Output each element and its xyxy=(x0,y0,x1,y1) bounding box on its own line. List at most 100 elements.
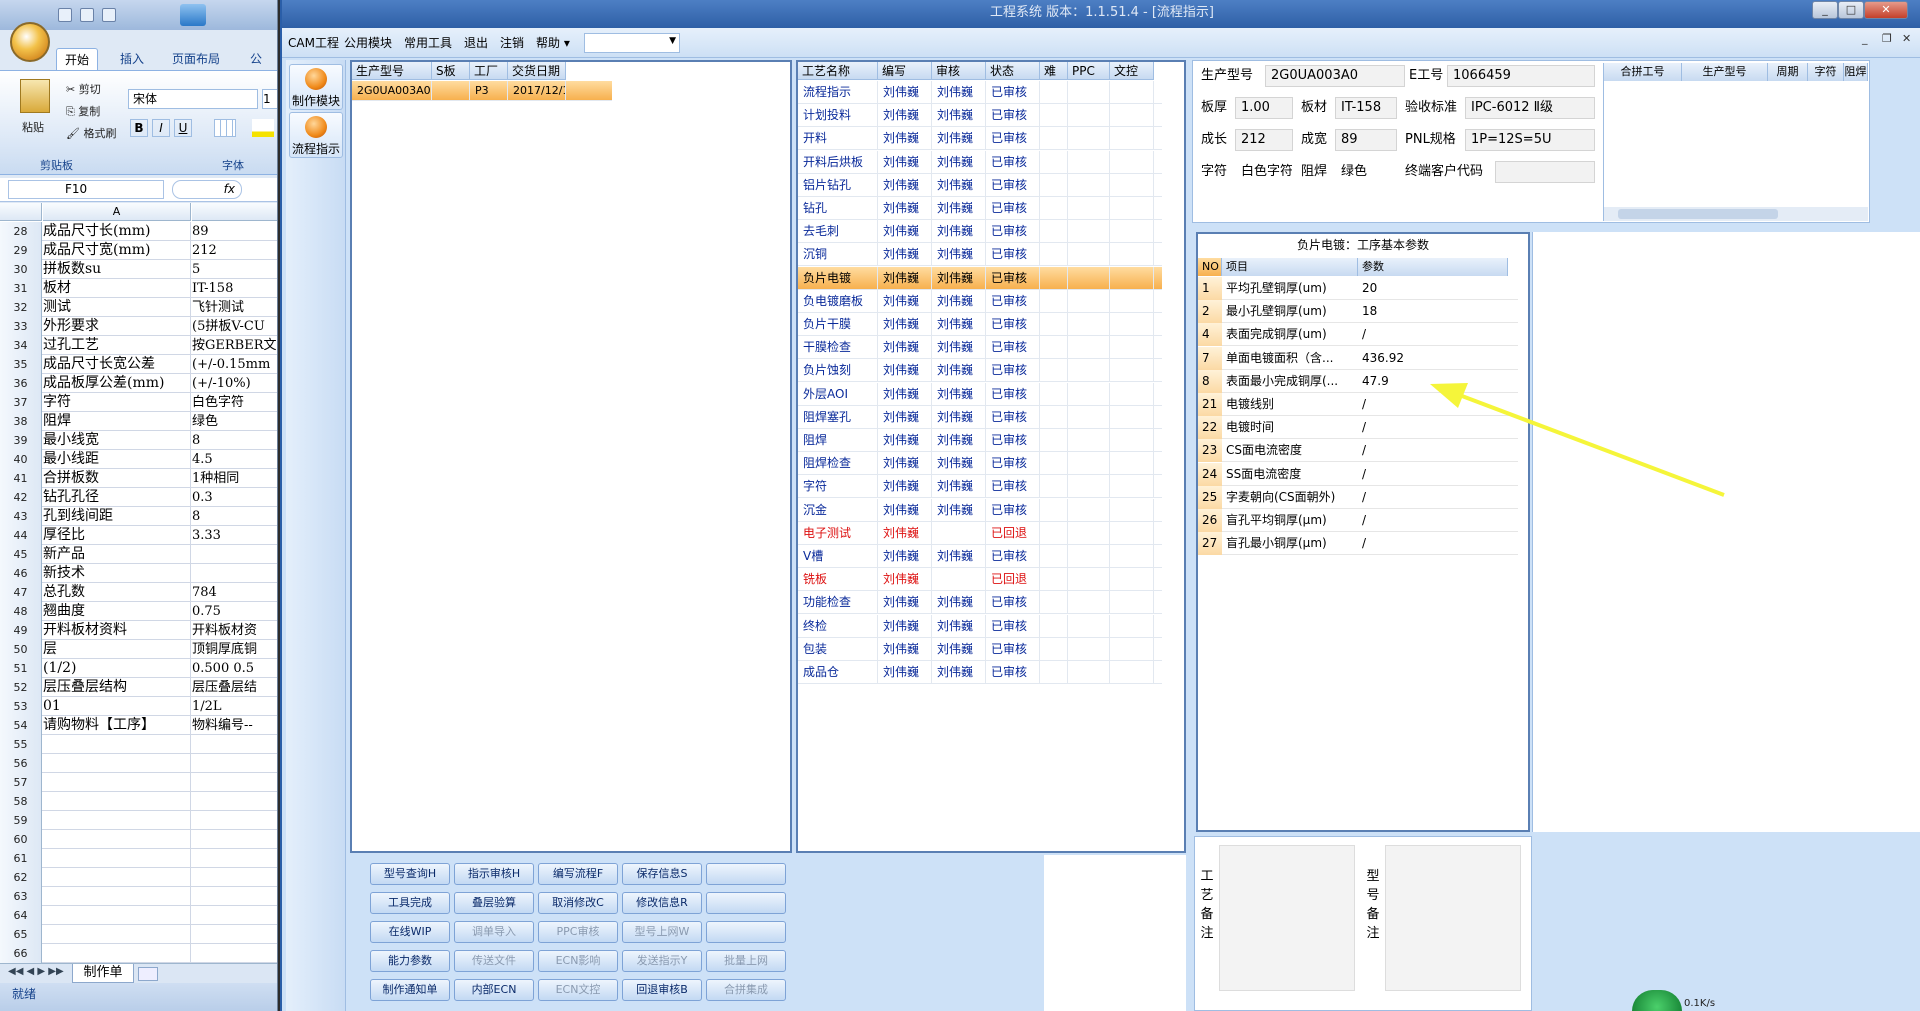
order-col-header[interactable]: S板 xyxy=(432,62,470,80)
process-row[interactable]: 负电镀磨板 刘伟巍 刘伟巍 已审核 xyxy=(798,289,1162,313)
restore-button[interactable]: □ xyxy=(1838,1,1864,19)
cell-b[interactable]: 0.3 xyxy=(192,488,277,507)
process-row[interactable]: 沉铜 刘伟巍 刘伟巍 已审核 xyxy=(798,243,1162,267)
cell-b[interactable]: IT-158 xyxy=(192,279,277,298)
cell-b[interactable]: 5 xyxy=(192,260,277,279)
process-row[interactable]: 计划投料 刘伟巍 刘伟巍 已审核 xyxy=(798,104,1162,128)
cell-b[interactable] xyxy=(192,545,277,564)
row-number[interactable]: 58 xyxy=(0,792,42,811)
cell-a[interactable]: 开料板材资料 xyxy=(43,621,191,640)
cell-b[interactable] xyxy=(192,754,277,773)
select-all-corner[interactable] xyxy=(0,203,42,221)
param-row[interactable]: 24 SS面电流密度 / xyxy=(1198,462,1518,486)
cell-b[interactable]: 89 xyxy=(192,222,277,241)
fill-color-icon[interactable] xyxy=(252,119,274,137)
process-row[interactable]: 开料 刘伟巍 刘伟巍 已审核 xyxy=(798,127,1162,151)
row-number[interactable]: 45 xyxy=(0,545,42,564)
cell-a[interactable]: 阻焊 xyxy=(43,412,191,431)
param-row[interactable]: 23 CS面电流密度 / xyxy=(1198,439,1518,463)
row-number[interactable]: 56 xyxy=(0,754,42,773)
char-field[interactable]: 白色字符 xyxy=(1235,161,1293,183)
cell-a[interactable]: 01 xyxy=(43,697,191,716)
menu-help[interactable]: 帮助 ▾ xyxy=(536,28,570,58)
tab-formulas[interactable]: 公式 xyxy=(242,48,277,88)
cell-a[interactable] xyxy=(43,792,191,811)
row-number[interactable]: 43 xyxy=(0,507,42,526)
row-number[interactable]: 61 xyxy=(0,849,42,868)
row-number[interactable]: 63 xyxy=(0,887,42,906)
row-number[interactable]: 39 xyxy=(0,431,42,450)
order-grid[interactable]: 生产型号S板工厂交货日期 2G0UA003A0 P32017/12/15 xyxy=(350,60,792,853)
action-button[interactable]: 叠层验算 xyxy=(454,892,534,914)
fx-icon[interactable]: fx xyxy=(172,180,242,199)
menu-tools[interactable]: 常用工具 xyxy=(404,28,452,58)
process-col-header[interactable]: 编写 xyxy=(878,62,932,80)
cell-b[interactable]: 0.75 xyxy=(192,602,277,621)
action-button[interactable]: 批量上网 xyxy=(706,950,786,972)
param-col-header[interactable]: NO xyxy=(1198,258,1222,276)
cell-b[interactable]: 4.5 xyxy=(192,450,277,469)
param-row[interactable]: 21 电镀线别 / xyxy=(1198,393,1518,416)
cell-a[interactable] xyxy=(43,887,191,906)
cell-b[interactable] xyxy=(192,906,277,925)
cell-b[interactable] xyxy=(192,773,277,792)
process-row[interactable]: 负片干膜 刘伟巍 刘伟巍 已审核 xyxy=(798,313,1162,336)
action-button[interactable]: 内部ECN xyxy=(454,979,534,1001)
width-field[interactable]: 89 xyxy=(1335,129,1397,151)
row-number[interactable]: 40 xyxy=(0,450,42,469)
row-number[interactable]: 41 xyxy=(0,469,42,488)
process-row[interactable]: 字符 刘伟巍 刘伟巍 已审核 xyxy=(798,475,1162,499)
horizontal-scrollbar[interactable] xyxy=(1604,207,1868,221)
model-field[interactable]: 2G0UA003A0 xyxy=(1265,65,1405,87)
process-row[interactable]: 包装 刘伟巍 刘伟巍 已审核 xyxy=(798,637,1162,661)
cell-b[interactable] xyxy=(192,564,277,583)
cell-a[interactable]: 板材 xyxy=(43,279,191,298)
process-row[interactable]: 阻焊检查 刘伟巍 刘伟巍 已审核 xyxy=(798,452,1162,476)
action-button[interactable]: 型号上网W xyxy=(622,921,702,943)
cell-a[interactable]: 最小线距 xyxy=(43,450,191,469)
process-col-header[interactable]: 文控 xyxy=(1110,62,1154,80)
process-col-header[interactable]: 难 xyxy=(1040,62,1068,80)
cell-a[interactable]: 层压叠层结构 xyxy=(43,678,191,697)
cell-a[interactable]: 最小线宽 xyxy=(43,431,191,450)
row-number[interactable]: 47 xyxy=(0,583,42,602)
material-field[interactable]: IT-158 xyxy=(1335,97,1397,119)
cell-b[interactable] xyxy=(192,830,277,849)
tab-page-layout[interactable]: 页面布局 xyxy=(164,48,228,70)
cell-a[interactable]: 翘曲度 xyxy=(43,602,191,621)
font-size-select[interactable]: 1 xyxy=(262,89,277,109)
process-row[interactable]: 开料后烘板 刘伟巍 刘伟巍 已审核 xyxy=(798,150,1162,174)
cell-a[interactable]: 钻孔孔径 xyxy=(43,488,191,507)
standard-field[interactable]: IPC-6012 Ⅱ级 xyxy=(1465,97,1595,119)
cell-b[interactable]: 1/2L xyxy=(192,697,277,716)
process-row[interactable]: 电子测试 刘伟巍 已回退 xyxy=(798,521,1162,545)
row-number[interactable]: 33 xyxy=(0,317,42,336)
action-button[interactable]: 在线WIP xyxy=(370,921,450,943)
action-button[interactable]: 保存信息S xyxy=(622,863,702,885)
process-row[interactable]: 阻焊 刘伟巍 刘伟巍 已审核 xyxy=(798,429,1162,452)
menu-logout[interactable]: 注销 xyxy=(500,28,524,58)
cell-a[interactable]: 字符 xyxy=(43,393,191,412)
cell-b[interactable]: 飞针测试 xyxy=(192,298,277,317)
action-button[interactable]: 发送指示Y xyxy=(622,950,702,972)
param-col-header[interactable]: 项目 xyxy=(1222,258,1358,276)
order-col-header[interactable]: 生产型号 xyxy=(352,62,432,80)
order-col-header[interactable]: 交货日期 xyxy=(508,62,566,80)
tab-insert[interactable]: 插入 xyxy=(112,48,152,70)
cell-b[interactable] xyxy=(192,849,277,868)
row-number[interactable]: 51 xyxy=(0,659,42,678)
cell-b[interactable] xyxy=(192,735,277,754)
param-row[interactable]: 26 盲孔平均铜厚(μm) / xyxy=(1198,509,1518,532)
cell-b[interactable]: 1种相同 xyxy=(192,469,277,488)
cell-a[interactable]: 厚径比 xyxy=(43,526,191,545)
cell-b[interactable]: (5拼板V-CU xyxy=(192,317,277,336)
cell-a[interactable] xyxy=(43,773,191,792)
cell-a[interactable]: (1/2) xyxy=(43,659,191,678)
process-col-header[interactable]: 状态 xyxy=(986,62,1040,80)
cell-b[interactable] xyxy=(192,811,277,830)
cell-a[interactable]: 新技术 xyxy=(43,564,191,583)
row-number[interactable]: 62 xyxy=(0,868,42,887)
cell-b[interactable]: 白色字符 xyxy=(192,393,277,412)
font-name-select[interactable]: 宋体 xyxy=(128,89,258,109)
cell-b[interactable]: 层压叠层结 xyxy=(192,678,277,697)
